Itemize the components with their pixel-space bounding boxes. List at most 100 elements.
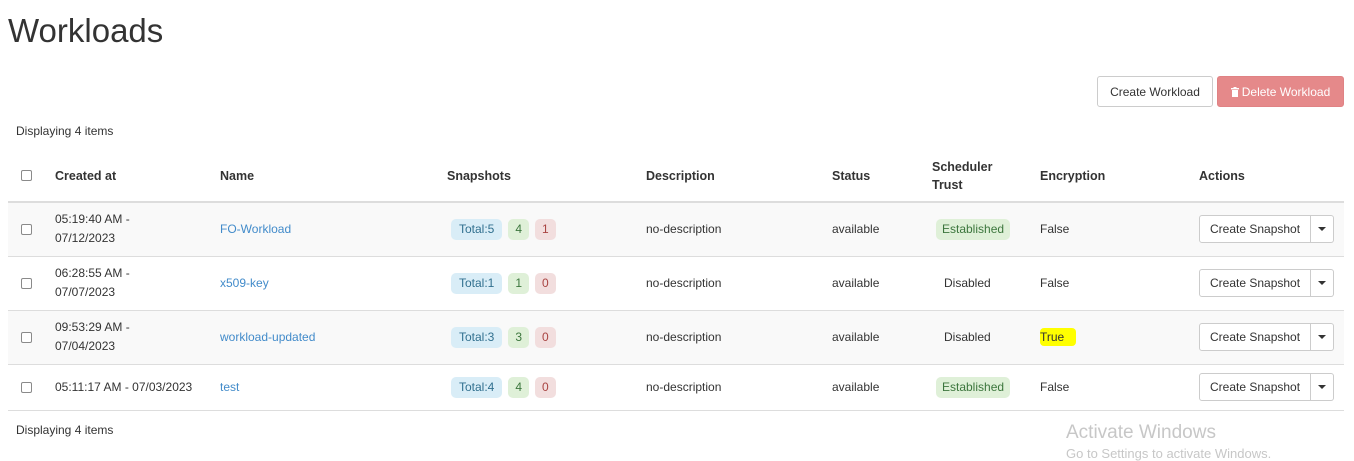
scheduler-trust-cell: Established xyxy=(932,202,1040,257)
create-snapshot-button[interactable]: Create Snapshot xyxy=(1199,373,1312,401)
encryption-cell: False xyxy=(1040,364,1199,411)
header-created-at[interactable]: Created at xyxy=(55,150,220,203)
activate-windows-watermark: Activate Windows xyxy=(1066,422,1216,443)
row-actions-dropdown[interactable] xyxy=(1311,269,1335,297)
workload-name-link[interactable]: x509-key xyxy=(220,276,269,290)
table-row: 06:28:55 AM - 07/07/2023 x509-key Total:… xyxy=(8,256,1344,311)
header-description[interactable]: Description xyxy=(646,150,832,203)
header-encryption[interactable]: Encryption xyxy=(1040,150,1199,203)
create-workload-button[interactable]: Create Workload xyxy=(1097,76,1213,107)
select-all-checkbox[interactable] xyxy=(21,170,32,181)
created-at-cell: 06:28:55 AM - 07/07/2023 xyxy=(55,256,220,311)
row-checkbox[interactable] xyxy=(21,277,32,289)
trust-text: Disabled xyxy=(944,276,991,290)
action-group: Create Snapshot xyxy=(1199,215,1335,244)
trash-icon xyxy=(1230,86,1239,97)
snapshot-total-badge: Total:4 xyxy=(451,376,503,398)
snapshots-cell: Total:1 1 0 xyxy=(447,256,646,311)
row-checkbox[interactable] xyxy=(21,381,32,393)
table-header-row: Created at Name Snapshots Description St… xyxy=(8,150,1344,203)
name-cell: test xyxy=(220,364,447,411)
row-checkbox[interactable] xyxy=(21,223,32,235)
row-select-cell xyxy=(8,202,55,257)
encryption-highlighted-value: True xyxy=(1040,328,1077,346)
status-cell: available xyxy=(832,310,932,365)
name-cell: x509-key xyxy=(220,256,447,311)
snapshot-error-badge: 0 xyxy=(535,272,556,294)
snapshot-success-badge: 4 xyxy=(508,376,530,398)
row-actions-dropdown[interactable] xyxy=(1311,373,1335,401)
name-cell: FO-Workload xyxy=(220,202,447,257)
item-count-top: Displaying 4 items xyxy=(16,124,114,138)
trust-text: Disabled xyxy=(944,330,991,344)
snapshot-error-badge: 1 xyxy=(535,218,556,240)
workload-name-link[interactable]: test xyxy=(220,380,239,394)
activate-windows-subtitle: Go to Settings to activate Windows. xyxy=(1066,446,1272,461)
actions-cell: Create Snapshot xyxy=(1199,256,1344,311)
description-cell: no-description xyxy=(646,256,832,311)
snapshots-cell: Total:4 4 0 xyxy=(447,364,646,411)
description-cell: no-description xyxy=(646,364,832,411)
row-select-cell xyxy=(8,310,55,365)
trust-badge: Established xyxy=(936,218,1011,240)
item-count-bottom: Displaying 4 items xyxy=(16,423,114,437)
workload-name-link[interactable]: workload-updated xyxy=(220,330,315,344)
create-snapshot-button[interactable]: Create Snapshot xyxy=(1199,323,1312,351)
row-actions-dropdown[interactable] xyxy=(1311,215,1335,244)
encryption-cell: False xyxy=(1040,256,1199,311)
created-at-time: 06:28:55 AM - xyxy=(55,266,130,280)
delete-workload-button[interactable]: Delete Workload xyxy=(1217,76,1344,107)
caret-down-icon xyxy=(1318,335,1327,339)
row-select-cell xyxy=(8,364,55,411)
scheduler-trust-cell: Disabled xyxy=(932,256,1040,311)
name-cell: workload-updated xyxy=(220,310,447,365)
status-cell: available xyxy=(832,256,932,311)
create-snapshot-button[interactable]: Create Snapshot xyxy=(1199,215,1312,244)
row-checkbox[interactable] xyxy=(21,331,32,343)
caret-down-icon xyxy=(1318,281,1327,285)
created-at-time: 05:19:40 AM - xyxy=(55,212,130,227)
snapshot-success-badge: 1 xyxy=(508,272,530,294)
actions-cell: Create Snapshot xyxy=(1199,310,1344,365)
header-snapshots[interactable]: Snapshots xyxy=(447,150,646,203)
created-at-cell: 05:11:17 AM - 07/03/2023 xyxy=(55,364,220,411)
table-row: 05:11:17 AM - 07/03/2023 test Total:4 4 0 … xyxy=(8,364,1344,411)
scheduler-trust-cell: Established xyxy=(932,364,1040,411)
created-at-cell: 05:19:40 AM - 07/12/2023 xyxy=(55,202,220,257)
description-cell: no-description xyxy=(646,202,832,257)
workload-name-link[interactable]: FO-Workload xyxy=(220,222,291,236)
snapshots-cell: Total:5 4 1 xyxy=(447,202,646,257)
snapshots-cell: Total:3 3 0 xyxy=(447,310,646,365)
header-name[interactable]: Name xyxy=(220,150,447,203)
create-snapshot-button[interactable]: Create Snapshot xyxy=(1199,269,1312,297)
created-at-date: 07/04/2023 xyxy=(55,339,116,353)
description-cell: no-description xyxy=(646,310,832,365)
action-group: Create Snapshot xyxy=(1199,373,1335,401)
snapshot-success-badge: 4 xyxy=(508,218,530,240)
page-title: Workloads xyxy=(8,12,164,49)
snapshot-error-badge: 0 xyxy=(535,376,556,398)
header-actions: Actions xyxy=(1199,150,1344,203)
encryption-cell: True xyxy=(1040,310,1199,365)
snapshot-error-badge: 0 xyxy=(535,326,556,348)
row-actions-dropdown[interactable] xyxy=(1311,323,1335,351)
snapshot-total-badge: Total:5 xyxy=(451,218,503,240)
trust-badge: Established xyxy=(936,376,1011,398)
status-cell: available xyxy=(832,202,932,257)
caret-down-icon xyxy=(1318,227,1327,232)
action-group: Create Snapshot xyxy=(1199,269,1335,297)
delete-workload-label: Delete Workload xyxy=(1241,84,1331,99)
snapshot-total-badge: Total:1 xyxy=(451,272,503,294)
encryption-cell: False xyxy=(1040,202,1199,257)
table-row: 09:53:29 AM - 07/04/2023 workload-update… xyxy=(8,310,1344,365)
table-row: 05:19:40 AM - 07/12/2023 FO-Workload Tot… xyxy=(8,202,1344,257)
status-cell: available xyxy=(832,364,932,411)
created-at-cell: 09:53:29 AM - 07/04/2023 xyxy=(55,310,220,365)
snapshot-success-badge: 3 xyxy=(508,326,530,348)
workloads-table: Created at Name Snapshots Description St… xyxy=(8,150,1344,411)
header-status[interactable]: Status xyxy=(832,150,932,203)
scheduler-trust-cell: Disabled xyxy=(932,310,1040,365)
created-at-date: 07/07/2023 xyxy=(55,285,116,299)
header-scheduler-trust[interactable]: Scheduler Trust xyxy=(932,150,1040,203)
actions-cell: Create Snapshot xyxy=(1199,202,1344,257)
